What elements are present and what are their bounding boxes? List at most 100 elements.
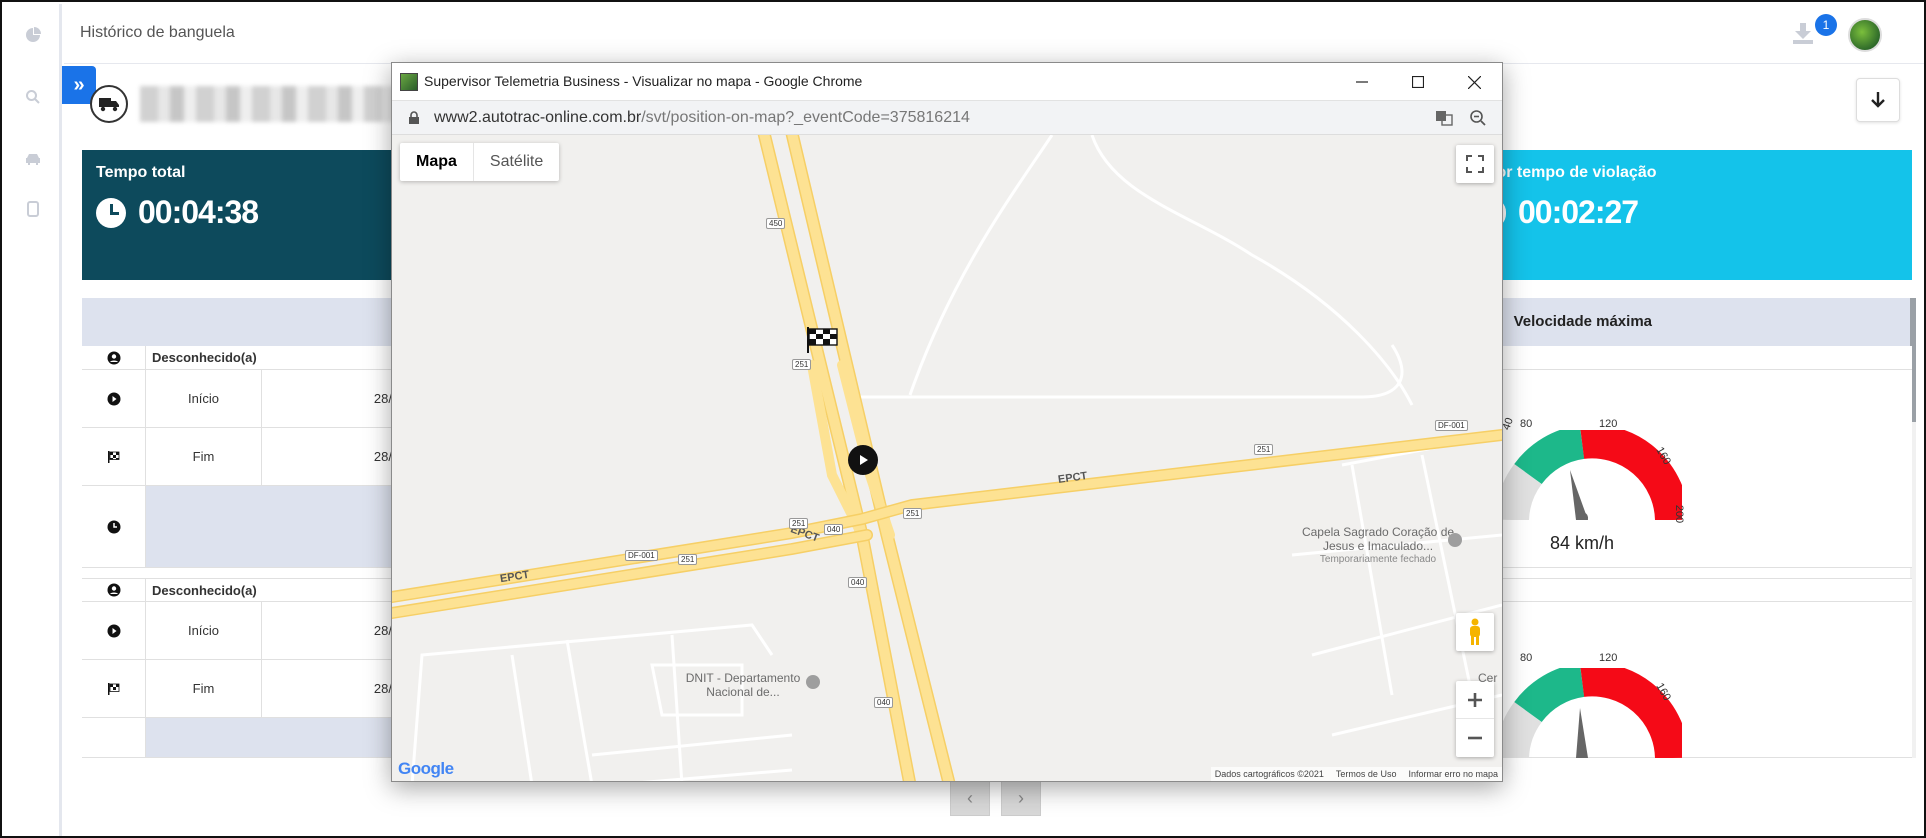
terms-link[interactable]: Termos de Uso — [1336, 769, 1397, 779]
close-button[interactable] — [1446, 63, 1502, 101]
gauge-tick: 120 — [1599, 652, 1618, 664]
report-error-link[interactable]: Informar erro no mapa — [1408, 769, 1498, 779]
start-date: 28/ — [373, 391, 392, 406]
poi-church-name: Capela Sagrado Coração de Jesus e Imacul… — [1301, 525, 1455, 553]
zoom-out-icon[interactable] — [1468, 108, 1488, 128]
map-canvas[interactable]: Mapa Satélite EPCT EPCT EPCT 450 251 251… — [392, 135, 1502, 781]
poi-dnit[interactable]: DNIT - Departamento Nacional de... — [684, 671, 802, 699]
driver-name: Desconhecido(a) — [152, 350, 257, 365]
gauge-tick: 120 — [1599, 418, 1618, 430]
sidebar — [4, 4, 62, 836]
google-logo: Google — [398, 759, 454, 779]
highway-shield: 251 — [678, 554, 698, 565]
map-data-credit: Dados cartográficos ©2021 — [1214, 769, 1324, 779]
map-footer: Dados cartográficos ©2021 Termos de Uso … — [1210, 767, 1502, 781]
favicon-icon — [400, 73, 418, 91]
next-page-button[interactable]: › — [1001, 780, 1041, 816]
highway-shield: DF-001 — [625, 550, 658, 561]
gauge-tick: 80 — [1520, 418, 1533, 430]
zoom-in-button[interactable] — [1456, 681, 1494, 719]
speed-gauge — [1502, 668, 1682, 758]
driver-row: Desconhecido(a) — [82, 578, 392, 602]
export-button[interactable] — [1856, 78, 1900, 122]
highway-shield: 251 — [792, 359, 812, 370]
start-label: Início — [146, 370, 262, 427]
max-violation-card: ior tempo de violação 00:02:27 — [1492, 150, 1912, 280]
google-logo-text: Google — [398, 759, 454, 778]
end-date: 28/ — [373, 681, 392, 696]
poi-church-status: Temporariamente fechado — [1319, 554, 1437, 565]
map-type-map-button[interactable]: Mapa — [400, 143, 474, 181]
truck-icon — [90, 85, 128, 123]
table-row — [82, 718, 392, 758]
highway-shield: 040 — [874, 697, 894, 708]
pegman-icon — [1470, 618, 1480, 645]
phone-icon[interactable] — [24, 200, 42, 218]
minus-icon — [1468, 736, 1482, 740]
clock-icon — [96, 197, 126, 228]
page-title: Histórico de banguela — [80, 24, 235, 41]
start-marker[interactable] — [848, 445, 878, 475]
avatar[interactable] — [1848, 18, 1882, 52]
government-pin-icon[interactable] — [806, 675, 820, 689]
max-speed-value: 84 km/h — [1550, 533, 1615, 553]
table-row: Início 28/ — [82, 370, 392, 428]
url-path: /svt/position-on-map?_eventCode=37581621… — [641, 109, 970, 126]
play-icon — [82, 370, 146, 427]
zoom-out-button[interactable] — [1456, 719, 1494, 757]
map-type-satellite-button[interactable]: Satélite — [474, 143, 559, 181]
fullscreen-icon — [1466, 155, 1484, 173]
zoom-control[interactable] — [1456, 681, 1494, 757]
end-date: 28/ — [373, 449, 392, 464]
poi-church[interactable]: Capela Sagrado Coração de Jesus e Imacul… — [1298, 525, 1458, 567]
prev-page-button[interactable]: ‹ — [950, 780, 990, 816]
download-icon[interactable] — [1790, 20, 1816, 46]
translate-icon[interactable] — [1434, 108, 1454, 128]
highway-shield: 251 — [789, 518, 809, 529]
finish-flag-icon — [82, 660, 146, 717]
map-roads — [392, 135, 1502, 781]
maximize-icon — [1412, 76, 1424, 88]
max-violation-value: 00:02:27 — [1518, 194, 1639, 230]
max-violation-label: ior tempo de violação — [1492, 164, 1657, 181]
map-type-control[interactable]: Mapa Satélite — [400, 143, 560, 181]
end-label: Fim — [146, 660, 262, 717]
url-text[interactable]: www2.autotrac-online.com.br/svt/position… — [434, 109, 970, 127]
play-icon — [860, 455, 868, 465]
vehicle-name-redacted — [140, 86, 430, 122]
plus-icon — [1468, 692, 1482, 707]
street-view-pegman[interactable] — [1456, 613, 1494, 651]
church-pin-icon[interactable] — [1448, 533, 1462, 547]
finish-flag-marker[interactable] — [805, 325, 839, 360]
gauge-tick: 200 — [1673, 504, 1686, 524]
close-icon — [1467, 75, 1481, 89]
map-popup-window: Supervisor Telemetria Business - Visuali… — [391, 62, 1503, 782]
total-time-label: Tempo total — [96, 164, 186, 181]
pie-chart-icon[interactable] — [24, 26, 42, 44]
lock-icon — [409, 111, 419, 124]
highway-shield: 251 — [1254, 444, 1274, 455]
fullscreen-button[interactable] — [1456, 145, 1494, 183]
maximize-button[interactable] — [1390, 63, 1446, 101]
speed-cell: 40 80 120 160 200 84 km/h — [1500, 370, 1912, 568]
driver-row: Desconhecido(a) — [82, 346, 392, 370]
search-icon[interactable] — [24, 88, 42, 106]
address-bar[interactable]: www2.autotrac-online.com.br/svt/position… — [392, 101, 1502, 135]
driver-name: Desconhecido(a) — [152, 582, 257, 598]
top-bar: Histórico de banguela 1 — [64, 4, 1924, 64]
speed-gauge — [1502, 430, 1682, 520]
url-host: www2.autotrac-online.com.br — [434, 109, 642, 126]
clock-small-icon — [82, 486, 146, 567]
highway-shield: 251 — [903, 508, 923, 519]
car-icon[interactable] — [24, 150, 42, 168]
start-label: Início — [146, 602, 262, 659]
speed-row-spacer — [1502, 578, 1912, 602]
minimize-button[interactable] — [1334, 63, 1390, 101]
total-time-card: Tempo total 00:04:38 — [82, 150, 402, 280]
poi-partial: Cer — [1478, 671, 1498, 685]
speed-row-spacer — [1502, 346, 1912, 370]
user-icon — [82, 579, 146, 601]
window-title-bar[interactable]: Supervisor Telemetria Business - Visuali… — [392, 63, 1502, 101]
table-row: Início 28/ — [82, 602, 392, 660]
gauge-tick: 80 — [1520, 652, 1533, 664]
